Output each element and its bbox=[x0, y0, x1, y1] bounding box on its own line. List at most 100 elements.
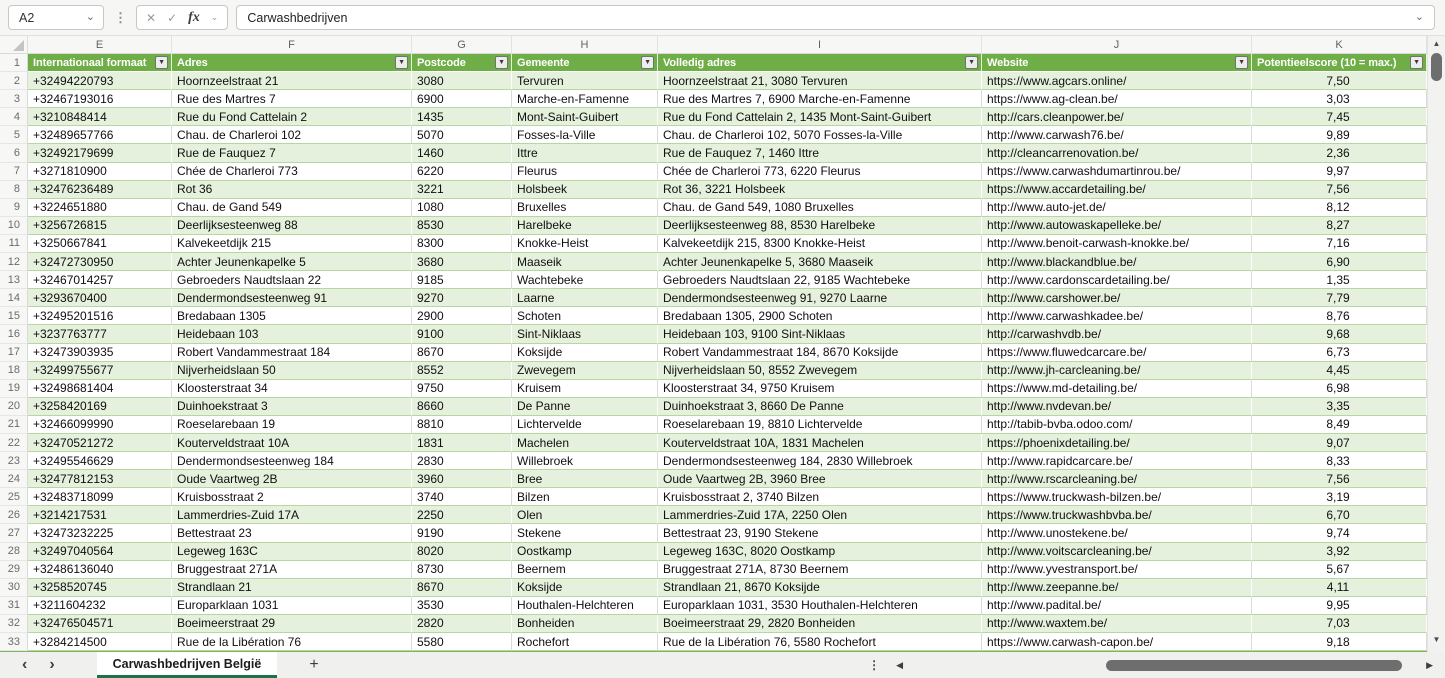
row-number[interactable]: 25 bbox=[0, 488, 28, 506]
header-cell-volledig_adres[interactable]: Volledig adres▼ bbox=[658, 54, 982, 72]
cell-volledig_adres[interactable]: Heidebaan 103, 9100 Sint-Niklaas bbox=[658, 325, 982, 343]
cell-internationaal_formaat[interactable]: +32477812153 bbox=[28, 470, 172, 488]
row-number[interactable]: 30 bbox=[0, 579, 28, 597]
horizontal-scrollbar[interactable] bbox=[912, 660, 1417, 671]
cell-adres[interactable]: Strandlaan 21 bbox=[172, 579, 412, 597]
row-number[interactable]: 26 bbox=[0, 506, 28, 524]
cell-postcode[interactable]: 1435 bbox=[412, 108, 512, 126]
cell-gemeente[interactable]: Fosses-la-Ville bbox=[512, 126, 658, 144]
cell-adres[interactable]: Hoornzeelstraat 21 bbox=[172, 72, 412, 90]
row-number[interactable]: 29 bbox=[0, 561, 28, 579]
cell-potentieelscore[interactable]: 9,18 bbox=[1252, 633, 1427, 651]
next-sheet-icon[interactable]: › bbox=[49, 657, 54, 673]
cell-postcode[interactable]: 9185 bbox=[412, 271, 512, 289]
confirm-icon[interactable]: ✓ bbox=[167, 12, 177, 24]
cell-postcode[interactable]: 8730 bbox=[412, 561, 512, 579]
cell-adres[interactable]: Chée de Charleroi 773 bbox=[172, 163, 412, 181]
cell-postcode[interactable]: 3680 bbox=[412, 253, 512, 271]
cell-postcode[interactable]: 9270 bbox=[412, 289, 512, 307]
filter-button-volledig_adres[interactable]: ▼ bbox=[965, 56, 978, 69]
cell-website[interactable]: http://www.carwashkadee.be/ bbox=[982, 307, 1252, 325]
cell-website[interactable]: http://www.blackandblue.be/ bbox=[982, 253, 1252, 271]
cell-internationaal_formaat[interactable]: +3250667841 bbox=[28, 235, 172, 253]
cell-gemeente[interactable]: Oostkamp bbox=[512, 543, 658, 561]
cell-website[interactable]: http://cleancarrenovation.be/ bbox=[982, 144, 1252, 162]
row-number[interactable]: 10 bbox=[0, 217, 28, 235]
cell-adres[interactable]: Bredabaan 1305 bbox=[172, 307, 412, 325]
cell-website[interactable]: http://www.rscarcleaning.be/ bbox=[982, 470, 1252, 488]
cell-postcode[interactable]: 2250 bbox=[412, 506, 512, 524]
cell-potentieelscore[interactable]: 2,36 bbox=[1252, 144, 1427, 162]
cell-website[interactable]: https://www.ag-clean.be/ bbox=[982, 90, 1252, 108]
cell-potentieelscore[interactable]: 5,67 bbox=[1252, 561, 1427, 579]
cell-postcode[interactable]: 2820 bbox=[412, 615, 512, 633]
cell-adres[interactable]: Duinhoekstraat 3 bbox=[172, 398, 412, 416]
cell-website[interactable]: https://www.truckwash-bilzen.be/ bbox=[982, 488, 1252, 506]
cell-adres[interactable]: Lammerdries-Zuid 17A bbox=[172, 506, 412, 524]
cell-potentieelscore[interactable]: 3,03 bbox=[1252, 90, 1427, 108]
cell-internationaal_formaat[interactable]: +32492179699 bbox=[28, 144, 172, 162]
cell-gemeente[interactable]: Rochefort bbox=[512, 633, 658, 651]
column-letter-F[interactable]: F bbox=[172, 36, 412, 53]
cell-potentieelscore[interactable]: 8,27 bbox=[1252, 217, 1427, 235]
cell-adres[interactable]: Rue des Martres 7 bbox=[172, 90, 412, 108]
cell-website[interactable]: http://www.waxtem.be/ bbox=[982, 615, 1252, 633]
cell-adres[interactable]: Dendermondsesteenweg 184 bbox=[172, 452, 412, 470]
cell-volledig_adres[interactable]: Chau. de Charleroi 102, 5070 Fosses-la-V… bbox=[658, 126, 982, 144]
cell-internationaal_formaat[interactable]: +32489657766 bbox=[28, 126, 172, 144]
cell-website[interactable]: http://www.nvdevan.be/ bbox=[982, 398, 1252, 416]
row-number[interactable]: 28 bbox=[0, 543, 28, 561]
row-number[interactable]: 13 bbox=[0, 271, 28, 289]
cell-adres[interactable]: Robert Vandammestraat 184 bbox=[172, 344, 412, 362]
row-number[interactable]: 22 bbox=[0, 434, 28, 452]
cell-internationaal_formaat[interactable]: +32470521272 bbox=[28, 434, 172, 452]
cell-postcode[interactable]: 8552 bbox=[412, 362, 512, 380]
cell-website[interactable]: http://www.unostekene.be/ bbox=[982, 524, 1252, 542]
cell-website[interactable]: https://www.carwash-capon.be/ bbox=[982, 633, 1252, 651]
row-number[interactable]: 11 bbox=[0, 235, 28, 253]
cell-potentieelscore[interactable]: 7,50 bbox=[1252, 72, 1427, 90]
cell-postcode[interactable]: 3221 bbox=[412, 181, 512, 199]
cell-internationaal_formaat[interactable]: +3210848414 bbox=[28, 108, 172, 126]
header-cell-postcode[interactable]: Postcode▼ bbox=[412, 54, 512, 72]
cell-potentieelscore[interactable]: 3,19 bbox=[1252, 488, 1427, 506]
cell-volledig_adres[interactable]: Europarklaan 1031, 3530 Houthalen-Helcht… bbox=[658, 597, 982, 615]
cell-internationaal_formaat[interactable]: +32476504571 bbox=[28, 615, 172, 633]
cell-internationaal_formaat[interactable]: +3214217531 bbox=[28, 506, 172, 524]
column-letter-G[interactable]: G bbox=[412, 36, 512, 53]
cell-adres[interactable]: Oude Vaartweg 2B bbox=[172, 470, 412, 488]
cell-volledig_adres[interactable]: Rue de la Libération 76, 5580 Rochefort bbox=[658, 633, 982, 651]
cell-website[interactable]: http://www.voitscarcleaning.be/ bbox=[982, 543, 1252, 561]
cell-website[interactable]: https://www.agcars.online/ bbox=[982, 72, 1252, 90]
add-sheet-icon[interactable]: + bbox=[309, 657, 318, 673]
header-cell-potentieelscore[interactable]: Potentieelscore (10 = max.)▼ bbox=[1252, 54, 1427, 72]
cell-adres[interactable]: Rue du Fond Cattelain 2 bbox=[172, 108, 412, 126]
cell-adres[interactable]: Legeweg 163C bbox=[172, 543, 412, 561]
cell-gemeente[interactable]: Bruxelles bbox=[512, 199, 658, 217]
cell-internationaal_formaat[interactable]: +32467014257 bbox=[28, 271, 172, 289]
cell-potentieelscore[interactable]: 7,45 bbox=[1252, 108, 1427, 126]
cell-potentieelscore[interactable]: 1,35 bbox=[1252, 271, 1427, 289]
row-number[interactable]: 2 bbox=[0, 72, 28, 90]
row-number[interactable]: 14 bbox=[0, 289, 28, 307]
cell-potentieelscore[interactable]: 6,90 bbox=[1252, 253, 1427, 271]
cell-volledig_adres[interactable]: Duinhoekstraat 3, 8660 De Panne bbox=[658, 398, 982, 416]
cell-potentieelscore[interactable]: 7,03 bbox=[1252, 615, 1427, 633]
cell-potentieelscore[interactable]: 4,11 bbox=[1252, 579, 1427, 597]
cell-potentieelscore[interactable]: 9,07 bbox=[1252, 434, 1427, 452]
formula-input[interactable]: Carwashbedrijven ⌄ bbox=[236, 5, 1435, 30]
cell-gemeente[interactable]: Willebroek bbox=[512, 452, 658, 470]
cell-postcode[interactable]: 9750 bbox=[412, 380, 512, 398]
row-number[interactable]: 31 bbox=[0, 597, 28, 615]
cell-volledig_adres[interactable]: Achter Jeunenkapelke 5, 3680 Maaseik bbox=[658, 253, 982, 271]
cell-gemeente[interactable]: Stekene bbox=[512, 524, 658, 542]
filter-button-gemeente[interactable]: ▼ bbox=[641, 56, 654, 69]
cell-website[interactable]: https://www.md-detailing.be/ bbox=[982, 380, 1252, 398]
cell-internationaal_formaat[interactable]: +32483718099 bbox=[28, 488, 172, 506]
cell-potentieelscore[interactable]: 8,49 bbox=[1252, 416, 1427, 434]
cell-postcode[interactable]: 6220 bbox=[412, 163, 512, 181]
row-number[interactable]: 3 bbox=[0, 90, 28, 108]
row-number[interactable]: 16 bbox=[0, 325, 28, 343]
cell-postcode[interactable]: 1831 bbox=[412, 434, 512, 452]
cell-volledig_adres[interactable]: Chau. de Gand 549, 1080 Bruxelles bbox=[658, 199, 982, 217]
